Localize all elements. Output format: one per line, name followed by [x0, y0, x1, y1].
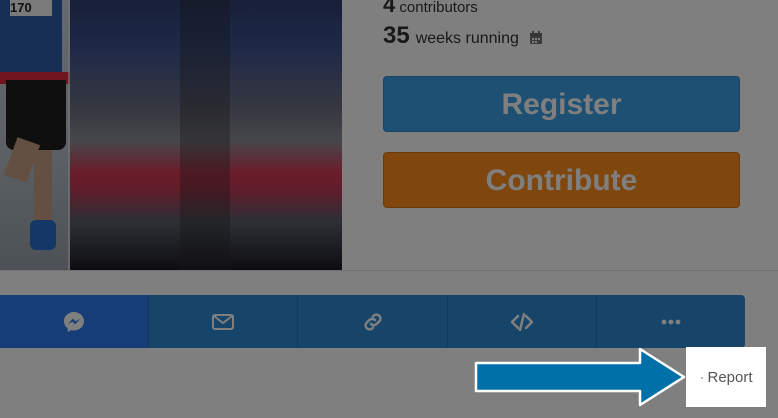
report-label: Report: [707, 368, 753, 386]
weeks-label: weeks running: [415, 30, 519, 47]
share-messenger-button[interactable]: [0, 295, 150, 348]
runner-shoe: [30, 220, 56, 250]
runner-bib: 170: [10, 0, 52, 16]
pointer-arrow-icon: [474, 347, 686, 407]
register-button[interactable]: Register: [383, 76, 740, 132]
more-icon: [661, 319, 681, 324]
contribute-button[interactable]: Contribute: [383, 152, 740, 208]
contributors-count: 4: [383, 0, 396, 17]
email-icon: [212, 313, 235, 330]
share-email-button[interactable]: [149, 295, 299, 348]
photo-runner-section: 170: [0, 0, 70, 270]
contributors-label: contributors: [399, 0, 478, 16]
contributors-stat: 4 contributors: [383, 0, 478, 18]
runner-leg: [34, 150, 52, 220]
section-divider: [0, 270, 778, 271]
report-separator: ·: [699, 368, 705, 386]
campaign-photo: 170: [0, 0, 342, 270]
share-bar: [0, 295, 745, 348]
photo-blurred-section: [70, 0, 342, 270]
share-more-button[interactable]: [596, 295, 745, 348]
messenger-icon: [64, 311, 85, 332]
report-link[interactable]: · Report: [686, 347, 766, 407]
embed-code-icon: [510, 312, 533, 331]
calendar-icon: [529, 31, 543, 45]
weeks-stat: 35 weeks running: [383, 22, 543, 50]
weeks-count: 35: [383, 22, 410, 49]
share-embed-button[interactable]: [447, 295, 597, 348]
link-icon: [363, 312, 382, 331]
share-link-button[interactable]: [298, 295, 448, 348]
runner-shorts: [6, 80, 66, 150]
